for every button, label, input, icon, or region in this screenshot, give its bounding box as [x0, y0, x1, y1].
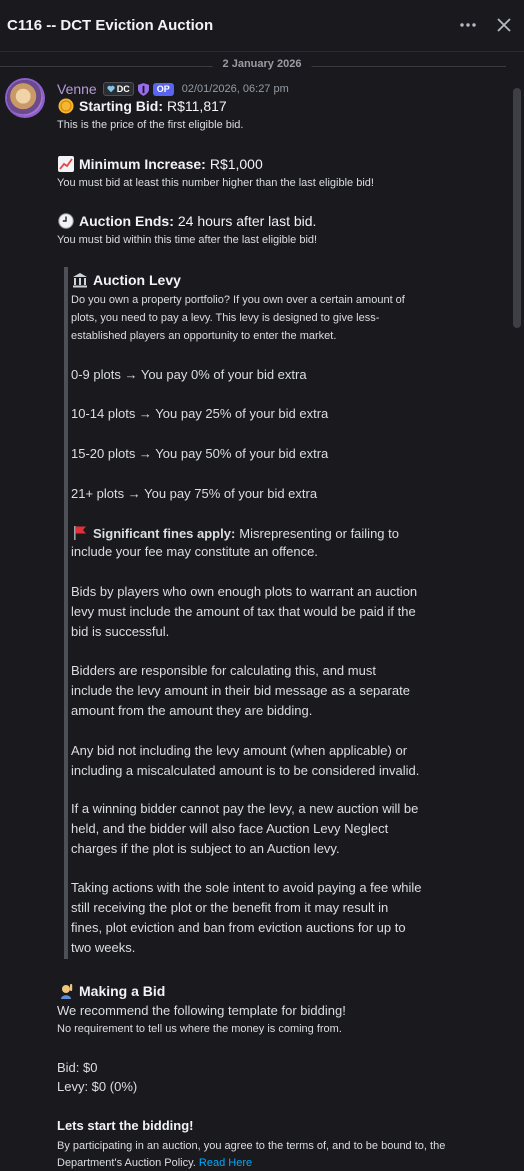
- thread-title: C116 -- DCT Eviction Auction: [7, 17, 214, 34]
- starting-bid-note: This is the price of the first eligible …: [57, 119, 244, 131]
- min-increase-label: Minimum Increase:: [79, 156, 206, 172]
- fines-line-2: include your fee may constitute an offen…: [71, 544, 318, 559]
- clock-icon: [57, 212, 75, 230]
- channel-header: C116 -- DCT Eviction Auction: [0, 0, 524, 52]
- levy-para1-line: bid is successful.: [71, 624, 170, 639]
- starting-bid-label: Starting Bid:: [79, 98, 163, 114]
- making-bid-title-row: Making a Bid: [57, 982, 165, 1000]
- levy-para3-line: including a miscalculated amount is to b…: [71, 763, 420, 778]
- levy-para2-line: amount from the amount they are bidding.: [71, 703, 313, 718]
- coin-icon: [57, 97, 75, 115]
- more-icon: [460, 23, 476, 27]
- levy-intro-2: plots, you need to pay a levy. This levy…: [71, 312, 380, 324]
- levy-tier: 0-9 plots → You pay 0% of your bid extra: [71, 367, 307, 382]
- message-header: Venne DC OP 02/01/2026, 06:27 pm: [57, 81, 289, 97]
- fines-label: Significant fines apply:: [93, 525, 236, 541]
- min-increase-note: You must bid at least this number higher…: [57, 177, 374, 189]
- levy-title: Auction Levy: [93, 272, 181, 288]
- levy-para4-line: held, and the bidder will also face Auct…: [71, 821, 389, 836]
- bid-template-line: Bid: $0: [57, 1060, 98, 1075]
- levy-para1-line: levy must include the amount of tax that…: [71, 604, 416, 619]
- dc-badge-label: DC: [116, 84, 130, 94]
- fines-text: Misrepresenting or failing to: [239, 525, 399, 541]
- date-divider: 2 January 2026: [212, 58, 312, 70]
- closing-line-1: By participating in an auction, you agre…: [57, 1140, 446, 1152]
- avatar[interactable]: [7, 80, 43, 116]
- closing-title: Lets start the bidding!: [57, 1118, 194, 1133]
- starting-bid-section: Starting Bid: R$11,817 This is the price…: [57, 97, 243, 131]
- read-here-link[interactable]: Read Here: [199, 1157, 252, 1169]
- auction-ends-label: Auction Ends:: [79, 213, 174, 229]
- levy-template-line: Levy: $0 (0%): [57, 1079, 138, 1094]
- op-badge: OP: [152, 82, 174, 96]
- min-increase-section: Minimum Increase: R$1,000 You must bid a…: [57, 155, 374, 189]
- levy-tier: 10-14 plots → You pay 25% of your bid ex…: [71, 406, 329, 421]
- dc-badge[interactable]: DC: [102, 82, 134, 96]
- levy-para5-line: two weeks.: [71, 940, 136, 955]
- scrollbar[interactable]: [513, 88, 521, 328]
- more-options-button[interactable]: [456, 13, 480, 37]
- fines-line: Significant fines apply: Misrepresenting…: [71, 524, 399, 542]
- levy-para3-line: Any bid not including the levy amount (w…: [71, 743, 408, 758]
- levy-para5-line: Taking actions with the sole intent to a…: [71, 880, 422, 895]
- levy-para2-line: Bidders are responsible for calculating …: [71, 663, 376, 678]
- starting-bid-value: R$11,817: [167, 98, 227, 114]
- close-button[interactable]: [492, 13, 516, 37]
- bank-icon: [71, 271, 89, 289]
- min-increase-value: R$1,000: [209, 156, 263, 172]
- levy-intro-3: established players an opportunity to en…: [71, 330, 337, 342]
- person-raising-hand-icon: [57, 982, 75, 1000]
- levy-para2-line: include the levy amount in their bid mes…: [71, 683, 410, 698]
- levy-para5-line: fines, plot eviction and ban from evicti…: [71, 920, 406, 935]
- close-icon: [497, 18, 511, 32]
- levy-para4-line: If a winning bidder cannot pay the levy,…: [71, 801, 419, 816]
- policy-text: Department's Auction Policy.: [57, 1157, 196, 1169]
- levy-tier: 15-20 plots → You pay 50% of your bid ex…: [71, 446, 329, 461]
- chart-up-icon: [57, 155, 75, 173]
- levy-para1-line: Bids by players who own enough plots to …: [71, 584, 418, 599]
- levy-para4-line: charges if the plot is subject to an Auc…: [71, 841, 340, 856]
- levy-para5-line: still receiving the plot or the benefit …: [71, 900, 389, 915]
- red-flag-icon: [71, 524, 89, 542]
- levy-intro-1: Do you own a property portfolio? If you …: [71, 294, 405, 306]
- timestamp: 02/01/2026, 06:27 pm: [181, 83, 289, 95]
- closing-line-2: Department's Auction Policy. Read Here: [57, 1157, 252, 1169]
- author-name[interactable]: Venne: [57, 81, 97, 97]
- levy-tier: 21+ plots → You pay 75% of your bid extr…: [71, 486, 318, 501]
- heart-icon: [107, 85, 115, 93]
- levy-title-row: Auction Levy: [71, 271, 181, 289]
- auction-ends-note: You must bid within this time after the …: [57, 234, 318, 246]
- money-note: No requirement to tell us where the mone…: [57, 1023, 342, 1035]
- shield-icon[interactable]: [137, 82, 149, 96]
- recommend-text: We recommend the following template for …: [57, 1003, 346, 1018]
- auction-ends-value: 24 hours after last bid.: [177, 213, 317, 229]
- auction-ends-section: Auction Ends: 24 hours after last bid. Y…: [57, 212, 317, 246]
- making-bid-title: Making a Bid: [79, 983, 166, 999]
